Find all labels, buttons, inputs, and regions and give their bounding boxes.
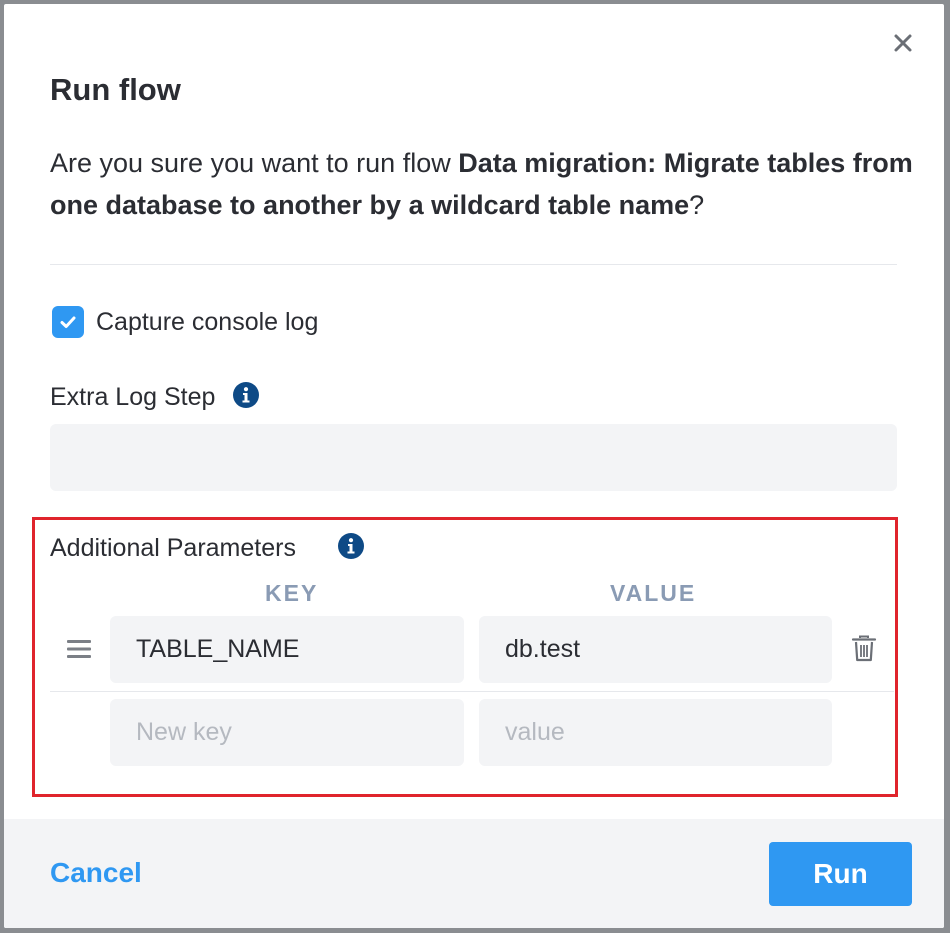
trash-icon	[851, 635, 877, 662]
param-value-input[interactable]	[479, 616, 832, 683]
new-value-input[interactable]	[479, 699, 832, 766]
run-button[interactable]: Run	[769, 842, 912, 906]
close-button[interactable]	[888, 28, 918, 58]
info-icon[interactable]	[338, 533, 364, 559]
confirmation-text: Are you sure you want to run flow Data m…	[50, 142, 920, 226]
drag-handle[interactable]	[66, 638, 92, 660]
key-column-header: KEY	[265, 580, 319, 606]
param-key-input[interactable]	[110, 616, 464, 683]
confirmation-prefix: Are you sure you want to run flow	[50, 148, 459, 178]
value-column-header: VALUE	[610, 580, 697, 606]
capture-console-log-label: Capture console log	[96, 307, 319, 336]
capture-console-log-checkbox[interactable]	[52, 306, 84, 338]
section-divider	[50, 264, 897, 265]
modal-title: Run flow	[50, 72, 181, 107]
drag-handle-icon	[67, 640, 91, 658]
info-icon[interactable]	[233, 382, 259, 408]
additional-parameters-label: Additional Parameters	[50, 534, 296, 562]
new-key-input[interactable]	[110, 699, 464, 766]
extra-log-step-label: Extra Log Step	[50, 383, 216, 411]
capture-console-log-option[interactable]: Capture console log	[52, 305, 318, 339]
delete-parameter-button[interactable]	[850, 634, 878, 664]
cancel-button[interactable]: Cancel	[50, 856, 142, 890]
extra-log-step-input[interactable]	[50, 424, 897, 491]
row-divider	[50, 691, 894, 692]
close-icon	[894, 34, 912, 52]
run-flow-modal: Run flow Are you sure you want to run fl…	[4, 4, 944, 928]
check-icon	[60, 316, 76, 328]
confirmation-suffix: ?	[689, 190, 705, 220]
